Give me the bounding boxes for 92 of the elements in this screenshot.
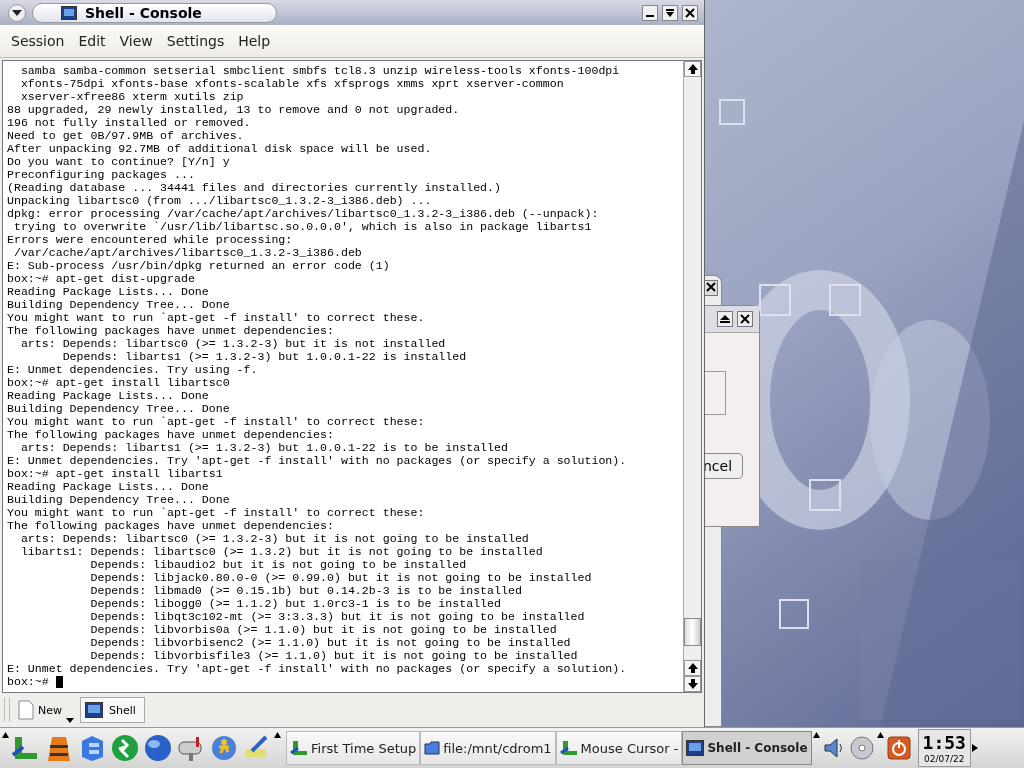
terminal-line: Need to get 0B/97.9MB of archives. [7,129,244,142]
terminal-line: Building Dependency Tree... Done [7,402,230,415]
terminal-line: arts: Depends: libartsc0 (>= 1.3.2-3) but it is not going to be installed [19,532,529,545]
task-button[interactable]: First Time Setup [286,731,421,765]
terminal-line: libarts1: Depends: libartsc0 (>= 1.3.2) but it is not going to be installed [19,545,543,558]
terminal-line: box:~# apt-get dist-upgrade [7,272,195,285]
close-icon[interactable] [737,311,753,327]
terminal-line: E: Unmet dependencies. Try 'apt-get -f install' with no packages (or specify a solution). [7,454,627,467]
terminal-icon [85,702,103,718]
terminal-line: Depends: libmad0 (>= 0.15.1b) but 0.14.2b-3 is to be installed [89,584,522,597]
shade-icon[interactable] [662,4,678,21]
terminal-line: Reading Package Lists... Done [7,285,209,298]
terminal-line: Building Dependency Tree... Done [7,493,230,506]
menu-item[interactable]: Settings [159,33,232,49]
terminal-line: dpkg: error processing /var/cache/apt/archives/libartsc0_1.3.2-3_i386.deb (--unpack): [7,207,599,220]
terminal-line: Preconfiguring packages ... [7,168,195,181]
terminal-line: E: Unmet dependencies. Try 'apt-get -f install' with no packages (or specify a solution). [7,662,627,675]
terminal-line: E: Sub-process /usr/bin/dpkg returned an error code (1) [7,259,390,272]
power-icon[interactable] [886,736,911,760]
arrow-icon[interactable] [876,732,884,738]
terminal-line: Building Dependency Tree... Done [7,298,230,311]
window-menu-icon[interactable] [8,3,26,22]
task-button[interactable]: Mouse Cursor - [555,731,683,765]
terminal-line: Depends: libqt3c102-mt (>= 3:3.3.3) but it is not going to be installed [89,610,585,623]
new-session-button[interactable]: New [14,695,76,725]
globe-icon[interactable] [143,733,173,763]
scroll-up-icon[interactable] [684,61,701,77]
scroll-thumb[interactable] [684,618,701,646]
terminal-line: arts: Depends: libarts1 (>= 1.3.2-3) but 1.0.0.1-22 is to be installed [19,441,508,454]
menu-item[interactable]: Session [4,33,72,49]
scroll-down-icon[interactable] [684,676,701,692]
runner-icon[interactable] [110,733,140,763]
terminal-line: The following packages have unmet dependencies: [7,428,334,441]
terminal-line: trying to overwrite `/usr/lib/libartsc.so.0.0.0', which is also in package libarts1 [12,220,592,233]
terminal-line: xfonts-75dpi xfonts-base xfonts-scalable xfs xfsprogs xmms xprt xserver-common [19,77,564,90]
caret-icon[interactable] [66,718,74,723]
speaker-icon[interactable] [822,736,845,760]
terminal-line: box:~# apt-get install libarts1 [7,467,223,480]
close-icon[interactable] [682,4,698,21]
terminal-line: xserver-xfree86 xterm xutils zip [19,90,244,103]
terminal-line: E: Unmet dependencies. Try using -f. [7,363,258,376]
terminal-line: arts: Depends: libartsc0 (>= 1.3.2-3) but it is not installed [19,337,446,350]
terminal-line: Depends: libvorbisenc2 (>= 1.1.0) but it is not going to be installed [89,636,571,649]
task-button[interactable]: file:/mnt/cdrom1 [420,731,556,765]
arrow-icon[interactable] [274,732,281,738]
document-icon [18,700,34,720]
menu-item[interactable]: Edit [71,33,113,49]
window-title: Shell - Console [85,4,202,21]
terminal-line: samba samba-common setserial smbclient smbfs tcl8.3 unzip wireless-tools xfonts-100dpi [19,64,620,77]
arrow-icon[interactable] [812,732,820,738]
arrow-icon[interactable] [2,732,9,738]
terminal-icon [686,740,705,756]
terminal-line: Depends: libvorbisfile3 (>= 1.1.0) but it is not going to be installed [89,649,578,662]
menu-item[interactable]: Help [231,33,278,49]
terminal-icon [61,5,77,20]
terminal-line: The following packages have unmet dependencies: [7,324,334,337]
terminal-line: The following packages have unmet dependencies: [7,519,334,532]
terminal-line: Unpacking libartsc0 (from .../libartsc0_1.3.2-3_i386.deb) ... [7,194,432,207]
terminal-line: Depends: libvorbis0a (>= 1.1.0) but it is not going to be installed [89,623,557,636]
terminal-line: 196 not fully installed or removed. [7,116,251,129]
terminal-line: 88 upgraded, 29 newly installed, 13 to remove and 0 not upgraded. [7,103,460,116]
shade-icon[interactable] [717,311,733,327]
terminal-line: Do you want to continue? [Y/n] y [7,155,230,168]
terminal-line: Errors were encountered while processing: [7,233,293,246]
session-tab[interactable]: Shell [80,697,145,723]
minimize-icon[interactable] [642,4,658,21]
menu-item[interactable]: View [112,33,160,49]
terminal-line: box:~# apt-get install libartsc0 [7,376,230,389]
terminal-line: Reading Package Lists... Done [7,480,209,493]
terminal-line: Depends: libjack0.80.0-0 (>= 0.99.0) but it is not going to be installed [89,571,592,584]
disc-icon[interactable] [849,736,874,760]
terminal-line: You might want to run `apt-get -f install' to correct these: [7,415,425,428]
l-logo-icon [559,739,578,757]
clock-date: 02/07/22 [924,754,965,764]
terminal-line: (Reading database ... 34441 files and directories currently installed.) [7,181,501,194]
terminal-line: box:~# [7,675,50,688]
l-logo-icon [290,739,308,757]
arrow-icon[interactable] [971,744,978,752]
terminal-line: You might want to run `apt-get -f install' to correct these: [7,506,425,519]
terminal-line: /var/cache/apt/archives/libartsc0_1.3.2-3_i386.deb [12,246,362,259]
folder-icon [424,741,441,755]
clock-time: 1:53 [922,732,966,754]
scroll-up-icon[interactable] [684,660,701,676]
figure-icon[interactable] [209,733,239,763]
terminal-line: After unpacking 92.7MB of additional disk space will be used. [7,142,432,155]
terminal-line: You might want to run `apt-get -f install' to correct these. [7,311,425,324]
task-button[interactable]: Shell - Console [682,731,812,765]
terminal-line: Reading Package Lists... Done [7,389,209,402]
scrollbar[interactable] [683,61,701,692]
terminal-line: Depends: libogg0 (>= 1.1.2) but 1.0rc3-1 is to be installed [89,597,501,610]
terminal-line: Depends: libarts1 (>= 1.3.2-3) but 1.0.0.1-22 is installed [61,350,467,363]
terminal-line: Depends: libaudio2 but it is not going to be installed [89,558,467,571]
